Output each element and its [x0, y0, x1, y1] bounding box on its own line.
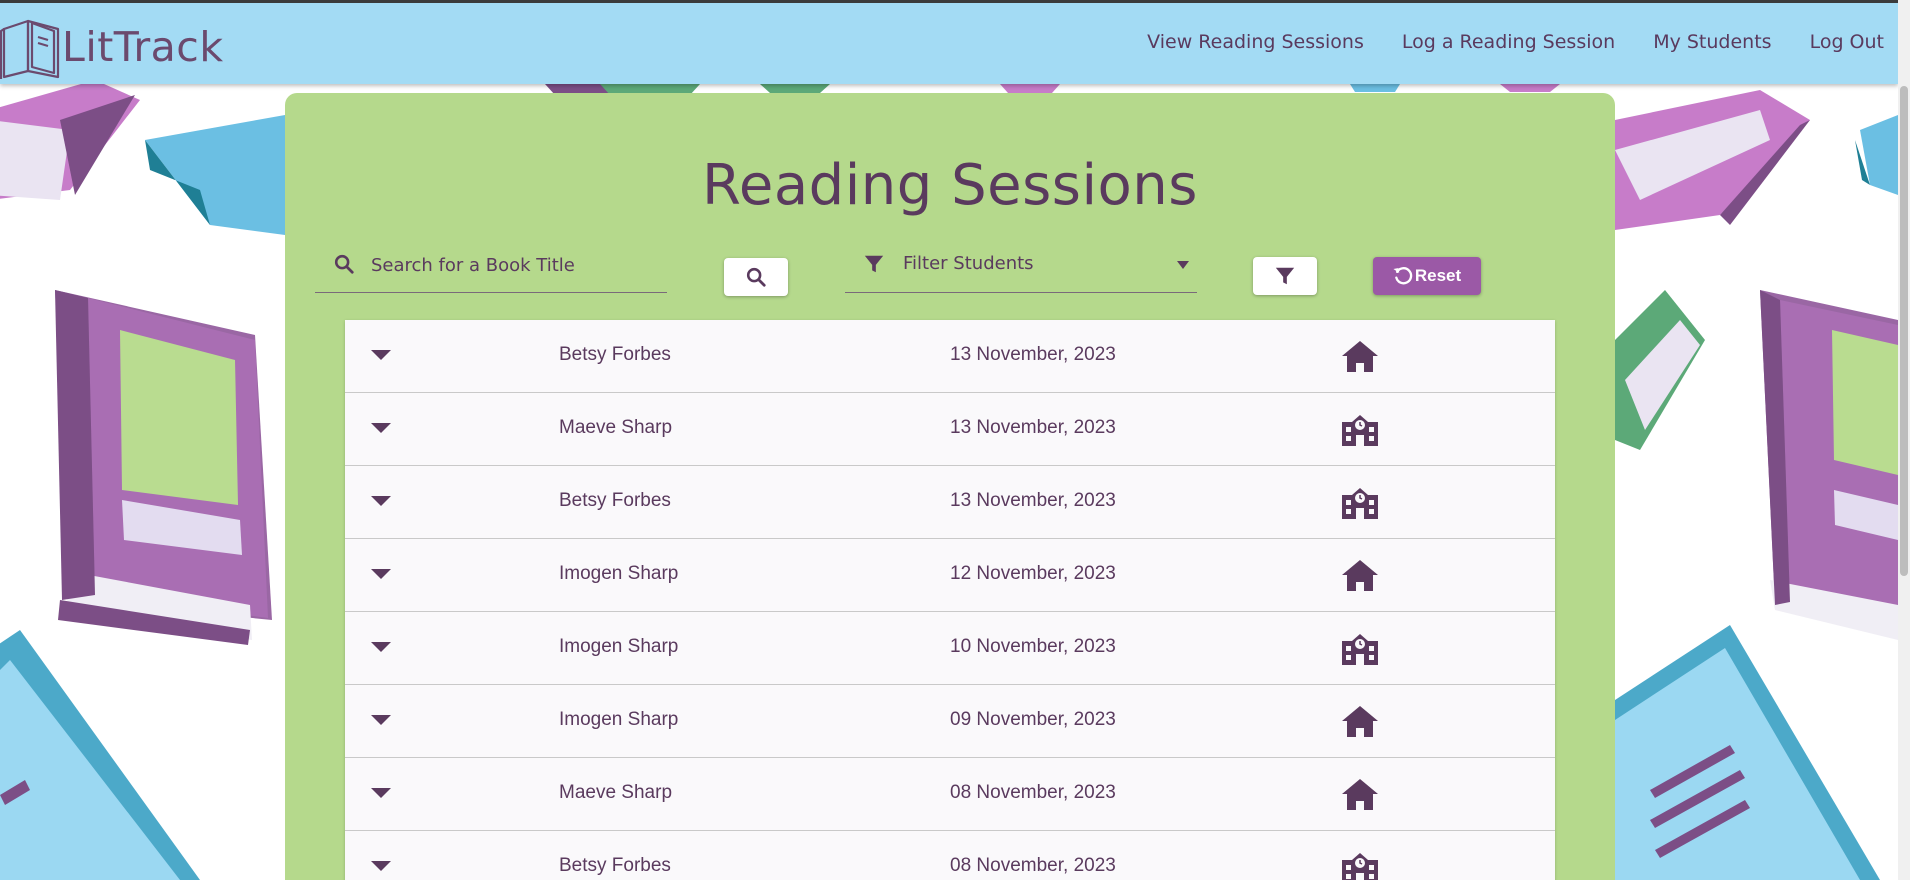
book-illustration [0, 80, 140, 200]
session-date: 10 November, 2023 [950, 636, 1116, 657]
sessions-panel: Reading Sessions Filter Students [285, 93, 1615, 880]
student-name: Imogen Sharp [559, 563, 679, 584]
filter-icon [864, 255, 884, 273]
chevron-down-icon[interactable] [369, 713, 393, 727]
chevron-down-icon[interactable] [369, 567, 393, 581]
student-name: Maeve Sharp [559, 782, 673, 803]
session-date: 13 November, 2023 [950, 417, 1116, 438]
nav-view-reading-sessions[interactable]: View Reading Sessions [1147, 31, 1364, 53]
nav-log-reading-session[interactable]: Log a Reading Session [1402, 31, 1615, 53]
reset-icon [1393, 267, 1413, 285]
filter-icon [1275, 267, 1295, 285]
book-illustration [1615, 625, 1880, 880]
chevron-down-icon[interactable] [369, 859, 393, 873]
session-date: 08 November, 2023 [950, 782, 1116, 803]
book-illustration [1615, 90, 1810, 230]
search-icon [334, 254, 354, 274]
student-name: Maeve Sharp [559, 417, 673, 438]
table-row[interactable]: Imogen Sharp 12 November, 2023 [345, 539, 1555, 612]
chevron-down-icon[interactable] [369, 786, 393, 800]
filter-students-select[interactable]: Filter Students [845, 245, 1197, 293]
session-date: 13 November, 2023 [950, 344, 1116, 365]
search-button[interactable] [724, 258, 788, 296]
student-name: Imogen Sharp [559, 636, 679, 657]
page-title: Reading Sessions [702, 153, 1198, 218]
chevron-down-icon[interactable] [369, 421, 393, 435]
brand[interactable]: LitTrack [0, 15, 224, 79]
book-illustration [145, 115, 285, 235]
session-date: 08 November, 2023 [950, 855, 1116, 876]
search-icon [746, 267, 766, 287]
search-field[interactable] [315, 245, 667, 293]
book-illustration [0, 630, 200, 880]
table-row[interactable]: Imogen Sharp 10 November, 2023 [345, 612, 1555, 685]
school-icon [1342, 488, 1378, 519]
nav-my-students[interactable]: My Students [1653, 31, 1771, 53]
home-icon [1342, 706, 1378, 737]
session-date: 09 November, 2023 [950, 709, 1116, 730]
search-input[interactable] [371, 247, 661, 283]
top-navbar: LitTrack View Reading Sessions Log a Rea… [0, 0, 1898, 84]
book-illustration [1760, 290, 1898, 640]
filter-students-label: Filter Students [903, 253, 1034, 274]
table-row[interactable]: Maeve Sharp 13 November, 2023 [345, 393, 1555, 466]
table-row[interactable]: Betsy Forbes 13 November, 2023 [345, 466, 1555, 539]
home-icon [1342, 560, 1378, 591]
main-nav: View Reading Sessions Log a Reading Sess… [1147, 31, 1884, 53]
page-scrollbar[interactable] [1898, 0, 1910, 880]
chevron-down-icon[interactable] [369, 494, 393, 508]
book-illustration [1615, 290, 1705, 450]
chevron-down-icon[interactable] [369, 640, 393, 654]
table-row[interactable]: Betsy Forbes 13 November, 2023 [345, 320, 1555, 393]
filter-button[interactable] [1253, 257, 1317, 295]
sessions-table: Betsy Forbes 13 November, 2023 Maeve Sha… [345, 320, 1555, 880]
session-date: 12 November, 2023 [950, 563, 1116, 584]
school-icon [1342, 415, 1378, 446]
student-name: Betsy Forbes [559, 344, 671, 365]
chevron-down-icon [1177, 261, 1189, 269]
home-icon [1342, 341, 1378, 372]
reset-button[interactable]: Reset [1373, 257, 1481, 295]
school-icon [1342, 853, 1378, 880]
student-name: Betsy Forbes [559, 855, 671, 876]
scrollbar-thumb[interactable] [1900, 86, 1908, 576]
table-row[interactable]: Maeve Sharp 08 November, 2023 [345, 758, 1555, 831]
student-name: Betsy Forbes [559, 490, 671, 511]
table-row[interactable]: Imogen Sharp 09 November, 2023 [345, 685, 1555, 758]
chevron-down-icon[interactable] [369, 348, 393, 362]
open-book-logo-icon [0, 19, 60, 79]
reset-label: Reset [1414, 266, 1462, 285]
book-illustration [1855, 115, 1898, 195]
home-icon [1342, 779, 1378, 810]
app-name: LitTrack [62, 23, 224, 71]
nav-log-out[interactable]: Log Out [1810, 31, 1884, 53]
student-name: Imogen Sharp [559, 709, 679, 730]
session-date: 13 November, 2023 [950, 490, 1116, 511]
school-icon [1342, 634, 1378, 665]
book-illustration [55, 290, 272, 645]
table-row[interactable]: Betsy Forbes 08 November, 2023 [345, 831, 1555, 880]
